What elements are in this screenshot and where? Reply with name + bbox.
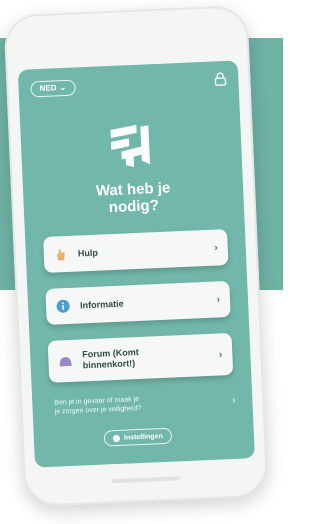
help-button[interactable]: Hulp › [43, 229, 229, 274]
chevron-right-icon: › [218, 348, 223, 360]
information-button[interactable]: Informatie › [45, 280, 231, 325]
forum-label-line2: binnenkort!) [82, 358, 136, 371]
chevron-right-icon: › [216, 293, 221, 306]
info-icon [56, 299, 70, 313]
phone-frame: NED ⌄ Wat heb je nodig? Hulp › Informati… [3, 4, 269, 508]
chevron-right-icon: › [214, 241, 218, 254]
help-label: Hulp [77, 247, 99, 259]
app-logo [110, 124, 151, 167]
forum-button[interactable]: Forum (Komt binnenkort!) › [47, 332, 234, 383]
safety-note[interactable]: Ben je in gevaar of maak je je zorgen ov… [54, 392, 215, 417]
home-indicator [111, 476, 180, 484]
settings-button[interactable]: Instellingen [103, 427, 173, 447]
forum-label: Forum (Komt binnenkort!) [82, 343, 219, 371]
chevron-down-icon: ⌄ [59, 82, 67, 93]
chat-bubbles-icon [59, 357, 72, 367]
gear-icon [112, 434, 121, 442]
app-screen: NED ⌄ Wat heb je nodig? Hulp › Informati… [17, 60, 255, 468]
language-selector[interactable]: NED ⌄ [30, 79, 76, 98]
settings-label: Instellingen [123, 432, 163, 442]
chevron-right-icon[interactable]: › [232, 395, 235, 405]
hand-icon [56, 249, 65, 261]
lock-icon[interactable] [212, 71, 229, 88]
language-label: NED [39, 83, 57, 94]
information-label: Informatie [79, 298, 124, 310]
page-title: Wat heb je nodig? [23, 176, 244, 220]
